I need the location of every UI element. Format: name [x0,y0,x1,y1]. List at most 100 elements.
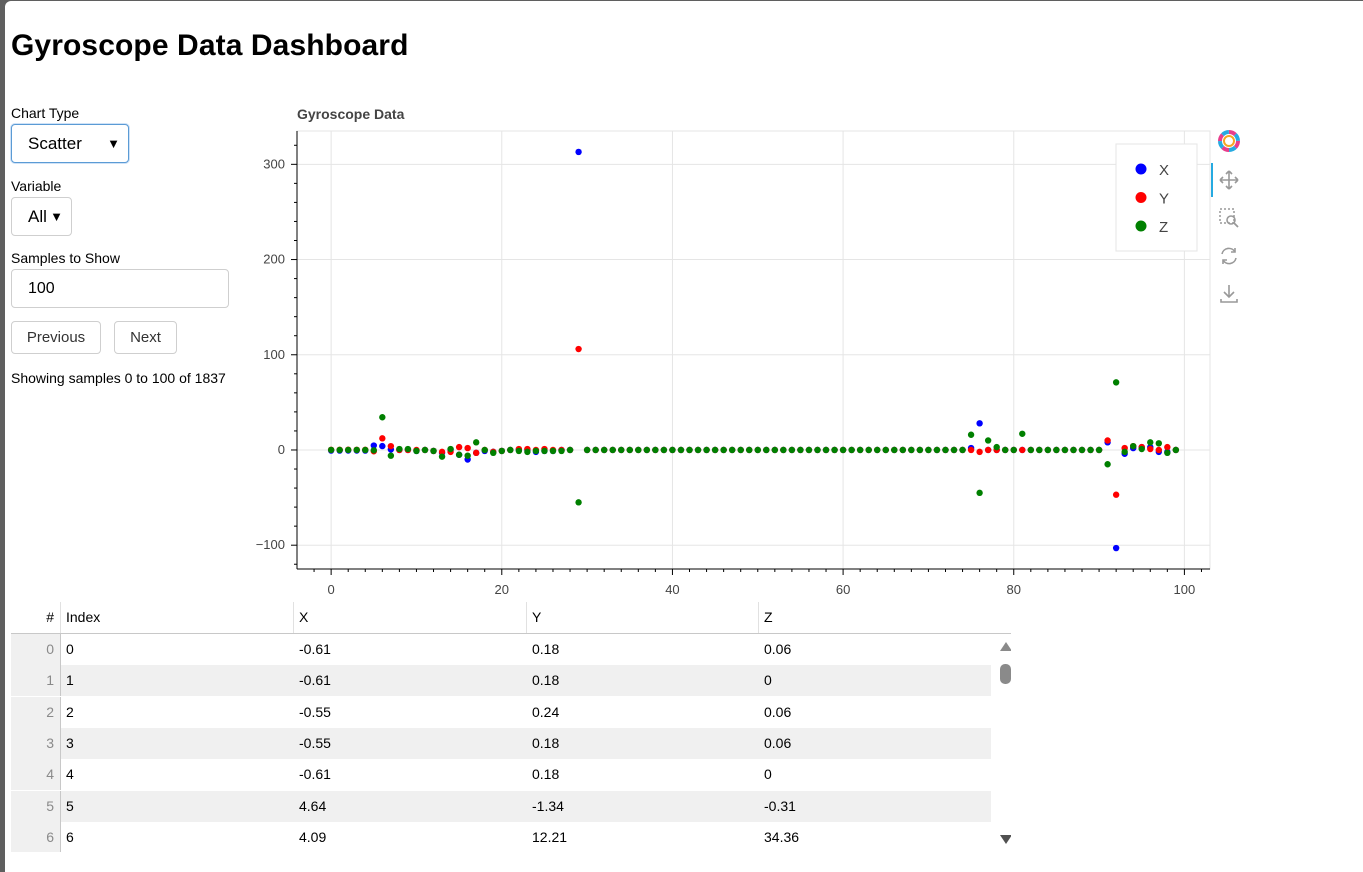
point-z[interactable] [797,446,804,454]
point-z[interactable] [822,446,830,454]
point-y[interactable] [1112,491,1120,498]
table-scrollbar[interactable] [997,638,1011,848]
point-x[interactable] [379,442,386,450]
point-z[interactable] [1172,446,1180,454]
point-z[interactable] [703,446,710,454]
point-z[interactable] [566,446,574,454]
point-z[interactable] [387,452,395,459]
reset-icon[interactable] [1217,244,1241,268]
header-x[interactable]: X [294,602,527,633]
save-icon[interactable] [1217,282,1241,306]
point-z[interactable] [720,446,727,454]
point-z[interactable] [933,446,941,454]
point-y[interactable] [575,345,582,353]
legend-label-y[interactable]: Y [1159,191,1169,208]
point-z[interactable] [1147,439,1154,446]
table-row[interactable]: 3 3 -0.55 0.18 0.06 [11,727,991,759]
point-z[interactable] [1112,379,1120,386]
point-z[interactable] [1019,430,1026,437]
point-y[interactable] [387,442,395,450]
point-z[interactable] [600,446,608,454]
point-z[interactable] [336,446,343,454]
point-y[interactable] [1155,446,1163,454]
point-z[interactable] [592,446,599,454]
point-z[interactable] [515,447,523,455]
point-z[interactable] [686,446,693,454]
point-z[interactable] [865,446,872,454]
point-z[interactable] [1010,446,1017,454]
gyroscope-scatter-chart[interactable]: Gyroscope Data 0 20 40 60 80 100 −100 0 100 200 30… [5,1,1363,601]
point-z[interactable] [1138,445,1145,453]
point-z[interactable] [848,446,855,454]
table-row[interactable]: 0 0 -0.61 0.18 0.06 [11,634,991,665]
point-y[interactable] [455,443,463,451]
point-z[interactable] [694,446,702,454]
pan-icon[interactable] [1217,168,1241,192]
point-z[interactable] [327,446,335,454]
point-z[interactable] [669,446,676,454]
point-x[interactable] [575,148,582,156]
point-z[interactable] [1130,442,1137,450]
point-z[interactable] [942,446,949,454]
legend-label-z[interactable]: Z [1159,219,1168,236]
point-z[interactable] [1155,440,1163,447]
point-z[interactable] [643,446,651,454]
point-z[interactable] [490,449,497,457]
point-z[interactable] [711,446,719,454]
point-z[interactable] [498,447,505,455]
point-z[interactable] [771,446,779,454]
legend-marker-x[interactable] [1135,163,1147,175]
point-z[interactable] [421,446,429,454]
point-y[interactable] [976,448,983,456]
point-z[interactable] [916,446,924,454]
point-z[interactable] [899,446,907,454]
point-z[interactable] [549,447,557,455]
point-z[interactable] [967,431,975,438]
point-z[interactable] [1087,446,1094,454]
point-z[interactable] [660,446,668,454]
point-z[interactable] [831,446,838,454]
point-y[interactable] [967,446,975,454]
point-z[interactable] [396,445,403,453]
legend-marker-y[interactable] [1135,192,1147,203]
point-z[interactable] [1002,446,1009,454]
legend-label-x[interactable]: X [1159,162,1169,179]
point-z[interactable] [583,446,591,454]
point-z[interactable] [677,446,685,454]
point-z[interactable] [438,453,446,460]
table-row[interactable]: 1 1 -0.61 0.18 0 [11,665,991,697]
point-z[interactable] [1036,446,1043,454]
point-z[interactable] [481,446,488,454]
point-z[interactable] [370,447,377,454]
point-z[interactable] [780,446,787,454]
point-z[interactable] [455,451,463,458]
point-z[interactable] [1027,446,1035,454]
table-row[interactable]: 2 2 -0.55 0.24 0.06 [11,696,991,728]
point-z[interactable] [925,446,932,454]
point-z[interactable] [874,446,881,454]
point-z[interactable] [609,446,616,454]
point-z[interactable] [746,446,753,454]
point-y[interactable] [1019,446,1026,454]
point-z[interactable] [447,445,454,453]
point-z[interactable] [404,445,412,453]
point-z[interactable] [737,446,744,454]
point-z[interactable] [635,446,642,454]
point-z[interactable] [507,446,514,454]
box-zoom-icon[interactable] [1217,206,1241,230]
point-x[interactable] [1112,544,1120,552]
point-z[interactable] [413,447,420,455]
point-z[interactable] [1121,448,1128,456]
point-z[interactable] [950,446,958,454]
point-x[interactable] [976,420,983,427]
point-z[interactable] [362,446,369,454]
point-z[interactable] [1078,446,1086,454]
header-index[interactable]: Index [61,602,294,633]
point-z[interactable] [558,447,565,455]
point-z[interactable] [353,446,360,454]
point-z[interactable] [993,443,1000,451]
header-y[interactable]: Y [527,602,759,633]
point-z[interactable] [379,414,386,421]
point-y[interactable] [1104,437,1111,444]
table-row[interactable]: 6 6 4.09 12.21 34.36 [11,821,991,852]
